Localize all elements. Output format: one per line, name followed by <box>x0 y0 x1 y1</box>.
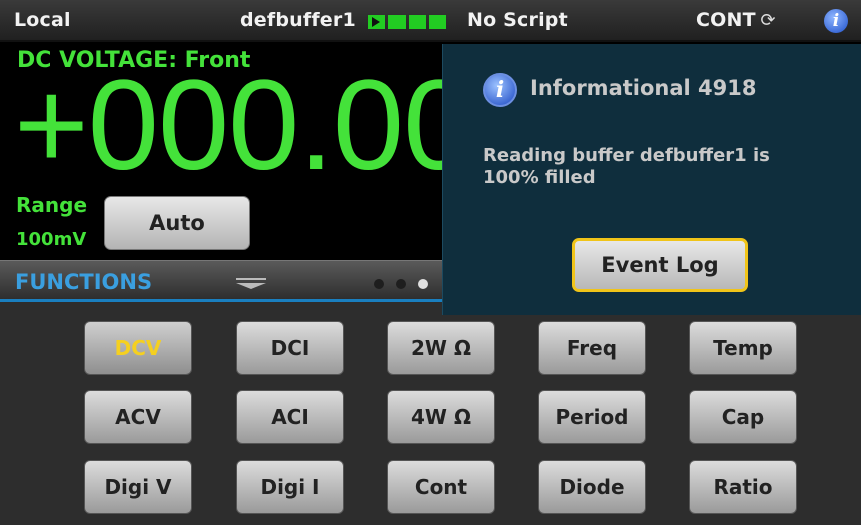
active-buffer-indicator[interactable]: defbuffer1 <box>240 9 356 31</box>
function-button-dci[interactable]: DCI <box>236 321 344 375</box>
battery-cell <box>408 15 426 29</box>
battery-cell <box>428 15 446 29</box>
trigger-mode-indicator[interactable]: CONT <box>696 9 756 31</box>
battery-cell <box>368 15 386 29</box>
function-button-acv[interactable]: ACV <box>84 390 192 444</box>
function-button-freq[interactable]: Freq <box>538 321 646 375</box>
function-button-digi-i[interactable]: Digi I <box>236 460 344 514</box>
function-button-digi-v[interactable]: Digi V <box>84 460 192 514</box>
function-button-ratio[interactable]: Ratio <box>689 460 797 514</box>
page-dot-active <box>418 279 428 289</box>
function-button-cap[interactable]: Cap <box>689 390 797 444</box>
script-indicator[interactable]: No Script <box>467 9 568 31</box>
function-button-grid: DCV DCI 2W Ω Freq Temp ACV ACI 4W Ω Peri… <box>0 302 861 525</box>
info-icon[interactable]: i <box>824 9 848 33</box>
function-button-diode[interactable]: Diode <box>538 460 646 514</box>
popup-title: Informational 4918 <box>530 76 757 100</box>
battery-fill-icon <box>368 15 446 29</box>
continuous-trigger-icon: ⟳ <box>760 10 776 31</box>
function-button-period[interactable]: Period <box>538 390 646 444</box>
range-auto-button[interactable]: Auto <box>104 196 250 250</box>
battery-cell <box>388 15 406 29</box>
functions-tab-title: FUNCTIONS <box>15 270 153 294</box>
page-indicator <box>374 279 428 289</box>
function-button-4w-ohm[interactable]: 4W Ω <box>387 390 495 444</box>
informational-popup[interactable]: i Informational 4918 Reading buffer defb… <box>442 44 861 315</box>
function-button-aci[interactable]: ACI <box>236 390 344 444</box>
page-dot <box>374 279 384 289</box>
range-value: 100mV <box>16 229 87 250</box>
function-button-cont[interactable]: Cont <box>387 460 495 514</box>
drag-handle-icon[interactable] <box>236 278 266 289</box>
event-log-button[interactable]: Event Log <box>572 238 748 292</box>
function-button-temp[interactable]: Temp <box>689 321 797 375</box>
status-bar: Local defbuffer1 No Script CONT ⟳ i <box>0 0 861 42</box>
popup-message: Reading buffer defbuffer1 is 100% filled <box>483 145 770 188</box>
function-button-dcv[interactable]: DCV <box>84 321 192 375</box>
info-icon: i <box>483 73 517 107</box>
function-button-2w-ohm[interactable]: 2W Ω <box>387 321 495 375</box>
local-mode-indicator[interactable]: Local <box>14 9 71 31</box>
range-label: Range <box>16 193 88 217</box>
page-dot <box>396 279 406 289</box>
